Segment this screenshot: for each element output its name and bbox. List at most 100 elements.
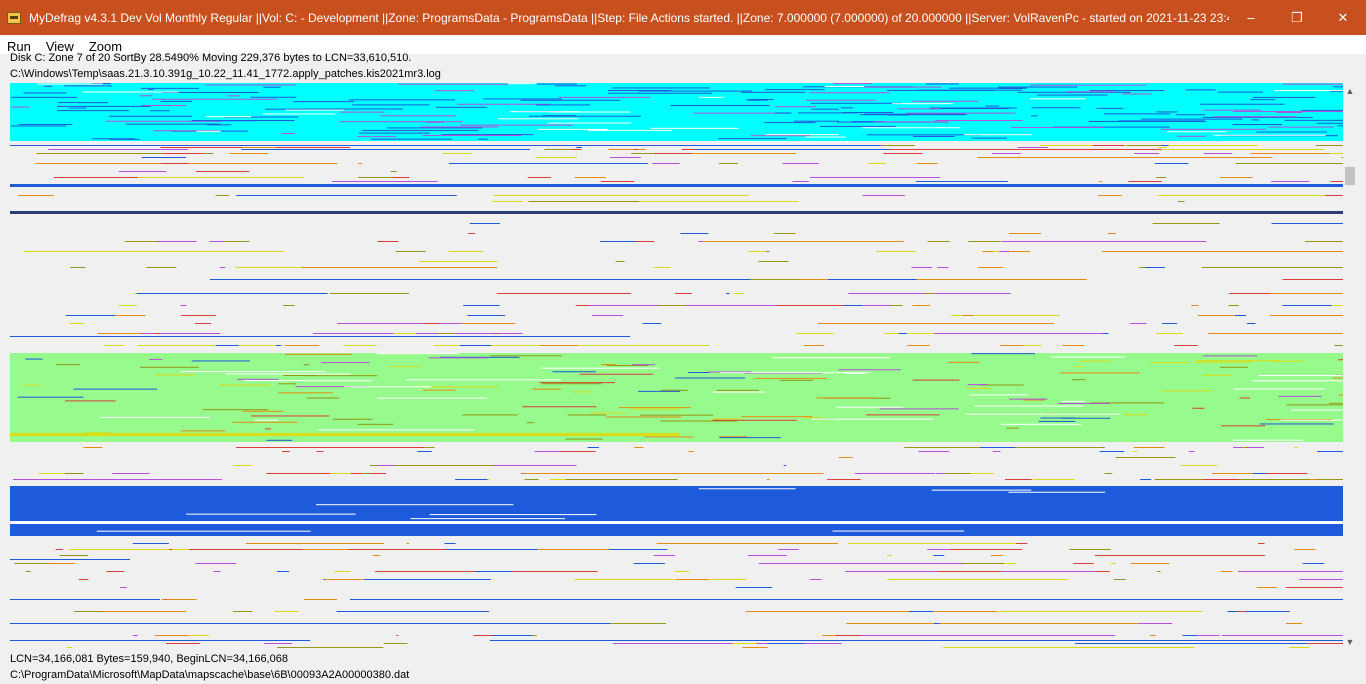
file-fragment xyxy=(633,149,638,150)
spacehog-fragment xyxy=(1009,398,1048,400)
minimize-button[interactable]: – xyxy=(1228,0,1274,35)
spacehog-fragment xyxy=(590,412,627,414)
disk-cluster-map[interactable] xyxy=(10,83,1343,650)
mft-zone-band xyxy=(10,83,1343,141)
spacehog-fragment xyxy=(1059,372,1140,374)
file-fragment xyxy=(1162,323,1178,324)
file-fragment xyxy=(424,447,435,448)
spacehog-fragment xyxy=(712,419,797,421)
mft-fragment xyxy=(435,90,474,92)
mft-fragment xyxy=(1276,111,1303,113)
file-fragment xyxy=(282,305,295,306)
file-fragment xyxy=(978,267,1004,268)
vertical-scrollbar[interactable]: ▲ ▼ xyxy=(1343,83,1357,650)
mft-fragment xyxy=(1037,94,1108,96)
file-fragment xyxy=(1092,145,1125,146)
footer-file-path: C:\ProgramData\Microsoft\MapData\mapscac… xyxy=(10,669,410,681)
mft-fragment xyxy=(832,83,872,85)
file-fragment xyxy=(846,623,1138,624)
file-fragment xyxy=(1294,549,1316,550)
file-fragment xyxy=(406,543,410,544)
mft-fragment xyxy=(1089,90,1165,92)
file-fragment xyxy=(1156,333,1183,334)
file-fragment xyxy=(106,571,125,572)
file-fragment xyxy=(332,181,438,182)
file-fragment xyxy=(78,579,89,580)
spacehog-fragment xyxy=(23,384,41,386)
status-current-file: C:\Windows\Temp\saas.21.3.10.391g_10.22_… xyxy=(10,68,441,80)
file-fragment xyxy=(18,195,54,196)
file-fragment xyxy=(949,549,1023,550)
file-fragment xyxy=(560,451,596,452)
file-fragment xyxy=(662,543,839,544)
mft-fragment xyxy=(529,115,641,117)
file-fragment xyxy=(276,345,281,346)
restore-button[interactable]: ❐ xyxy=(1274,0,1320,35)
file-fragment xyxy=(25,571,31,572)
spacehog-fragment xyxy=(1328,402,1343,404)
mft-fragment xyxy=(1200,103,1285,105)
mft-fragment xyxy=(810,102,902,104)
mft-fragment xyxy=(793,120,840,122)
file-fragment xyxy=(1156,571,1161,572)
file-fragment xyxy=(284,345,320,346)
spacehog-fragment xyxy=(1038,420,1076,422)
file-fragment xyxy=(999,345,1024,346)
mft-fragment xyxy=(1175,114,1205,116)
spacehog-fragment xyxy=(779,379,814,381)
spacehog-fragment xyxy=(966,387,992,389)
footer-cluster-info: LCN=34,166,081 Bytes=159,940, BeginLCN=3… xyxy=(10,653,288,665)
fragmented-gap xyxy=(316,504,514,506)
file-fragment xyxy=(493,465,577,466)
file-fragment xyxy=(564,479,678,480)
mft-gap xyxy=(537,128,608,130)
mft-gap xyxy=(1274,90,1343,92)
file-fragment xyxy=(1334,345,1343,346)
file-fragment xyxy=(1095,555,1265,556)
file-fragment xyxy=(608,149,646,150)
file-fragment xyxy=(191,635,201,636)
scrollbar-thumb[interactable] xyxy=(1345,167,1355,185)
mft-fragment xyxy=(935,119,1023,121)
file-fragment xyxy=(1309,479,1316,480)
file-fragment xyxy=(70,267,86,268)
mft-gap xyxy=(82,91,179,93)
file-fragment xyxy=(474,571,513,572)
file-fragment xyxy=(98,333,141,334)
title-bar[interactable]: MyDefrag v4.3.1 Dev Vol Monthly Regular … xyxy=(0,0,1366,35)
spacehog-gap xyxy=(1280,419,1343,421)
spacehog-fragment xyxy=(422,389,456,391)
mft-fragment xyxy=(1011,126,1104,128)
file-fragment xyxy=(633,563,665,564)
spacehog-fragment xyxy=(1058,402,1111,404)
mft-fragment xyxy=(152,98,277,100)
fragmented-gap xyxy=(698,488,796,490)
mft-fragment xyxy=(607,92,713,94)
file-fragment xyxy=(1294,447,1298,448)
file-fragment xyxy=(1133,447,1165,448)
file-fragment xyxy=(934,333,1103,334)
file-fragment xyxy=(492,163,522,164)
file-fragment xyxy=(463,305,500,306)
down-arrow-icon[interactable]: ▼ xyxy=(1343,635,1357,649)
file-fragment xyxy=(980,447,1016,448)
spacehog-fragment xyxy=(1079,360,1110,362)
file-fragment xyxy=(1233,447,1265,448)
file-fragment xyxy=(758,563,990,564)
file-fragment xyxy=(232,611,253,612)
file-fragment xyxy=(277,571,290,572)
long-file-run xyxy=(210,279,750,280)
mft-fragment xyxy=(92,138,135,140)
file-fragment xyxy=(1099,181,1103,182)
file-fragment xyxy=(540,345,579,346)
mft-fragment xyxy=(23,92,67,94)
spacehog-fragment xyxy=(644,436,694,438)
file-fragment xyxy=(570,149,582,150)
file-fragment xyxy=(1004,479,1032,480)
up-arrow-icon[interactable]: ▲ xyxy=(1343,84,1357,98)
file-fragment xyxy=(195,563,237,564)
close-button[interactable]: ✕ xyxy=(1320,0,1366,35)
file-fragment xyxy=(1197,315,1235,316)
spacehog-fragment xyxy=(605,416,682,418)
mft-fragment xyxy=(141,105,187,107)
